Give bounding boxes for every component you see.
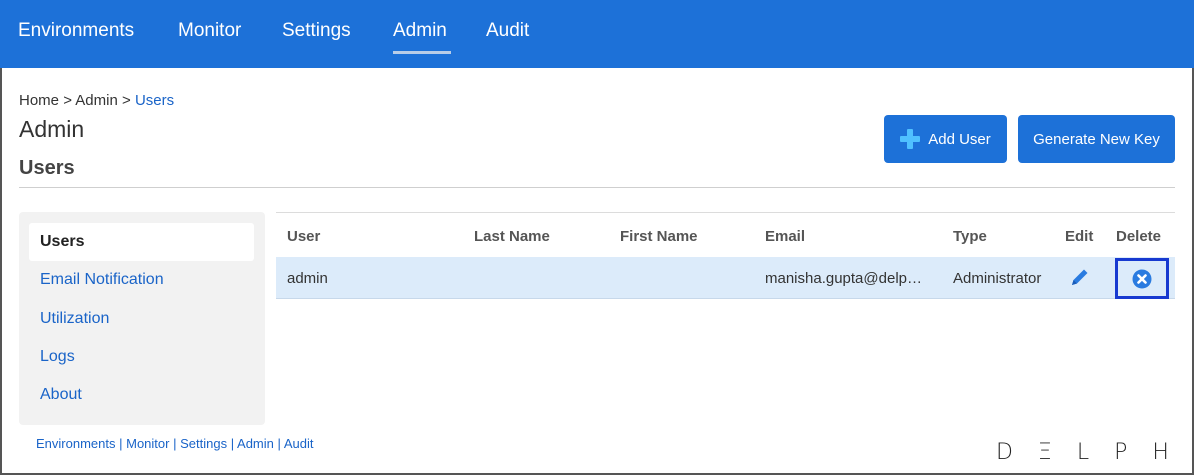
cell-email: manisha.gupta@delp…: [765, 270, 922, 287]
generate-new-key-label: Generate New Key: [1033, 130, 1160, 148]
footer-link-monitor[interactable]: Monitor: [126, 436, 169, 451]
column-header-user[interactable]: User: [287, 228, 320, 245]
sidebar-item-utilization[interactable]: Utilization: [40, 310, 109, 328]
table-top-border: [276, 212, 1175, 213]
nav-monitor[interactable]: Monitor: [178, 20, 241, 42]
sidebar-item-about[interactable]: About: [40, 386, 82, 404]
top-navigation-bar: Environments Monitor Settings Admin Audi…: [0, 0, 1194, 68]
sidebar-item-email-notification[interactable]: Email Notification: [40, 271, 164, 289]
nav-active-underline: [393, 51, 451, 54]
cell-user: admin: [287, 270, 328, 287]
plus-icon: [900, 129, 921, 149]
column-header-type[interactable]: Type: [953, 228, 987, 245]
footer-separator: |: [277, 436, 281, 451]
sidebar-item-users[interactable]: Users: [40, 233, 84, 251]
breadcrumb-admin[interactable]: Admin: [75, 92, 118, 109]
delphix-logo: D Ξ L P H I X: [996, 440, 1194, 465]
footer-separator: |: [173, 436, 177, 451]
nav-settings[interactable]: Settings: [282, 20, 351, 42]
footer-link-environments[interactable]: Environments: [36, 436, 115, 451]
column-header-delete: Delete: [1116, 228, 1162, 245]
footer-link-admin[interactable]: Admin: [237, 436, 274, 451]
footer-separator: |: [119, 436, 123, 451]
generate-new-key-button[interactable]: Generate New Key: [1018, 115, 1175, 163]
column-header-email[interactable]: Email: [765, 228, 805, 245]
breadcrumb-separator: >: [63, 92, 72, 109]
title-divider: [19, 187, 1175, 188]
footer-separator: |: [230, 436, 235, 451]
nav-audit[interactable]: Audit: [486, 20, 529, 42]
breadcrumb-separator: >: [122, 92, 131, 109]
column-header-edit: Edit: [1065, 228, 1094, 245]
close-circle-icon: [1132, 269, 1152, 288]
nav-environments[interactable]: Environments: [18, 20, 134, 42]
pencil-icon[interactable]: [1068, 265, 1092, 289]
cell-type: Administrator: [953, 270, 1042, 287]
add-user-label: Add User: [928, 130, 991, 148]
column-header-last-name[interactable]: Last Name: [474, 228, 550, 245]
nav-admin[interactable]: Admin: [393, 20, 447, 42]
sidebar-item-logs[interactable]: Logs: [40, 348, 75, 366]
section-title: Users: [19, 157, 75, 179]
footer-link-audit[interactable]: Audit: [284, 436, 314, 451]
add-user-button[interactable]: Add User: [884, 115, 1007, 163]
breadcrumb-home[interactable]: Home: [19, 92, 59, 109]
delete-user-button[interactable]: [1115, 258, 1169, 299]
breadcrumb: Home > Admin > Users: [19, 92, 174, 109]
footer-link-settings[interactable]: Settings: [180, 436, 227, 451]
footer-links: Environments | Monitor | Settings | Admi…: [36, 436, 313, 451]
breadcrumb-users[interactable]: Users: [135, 92, 174, 109]
page-title: Admin: [19, 116, 85, 142]
column-header-first-name[interactable]: First Name: [620, 228, 698, 245]
